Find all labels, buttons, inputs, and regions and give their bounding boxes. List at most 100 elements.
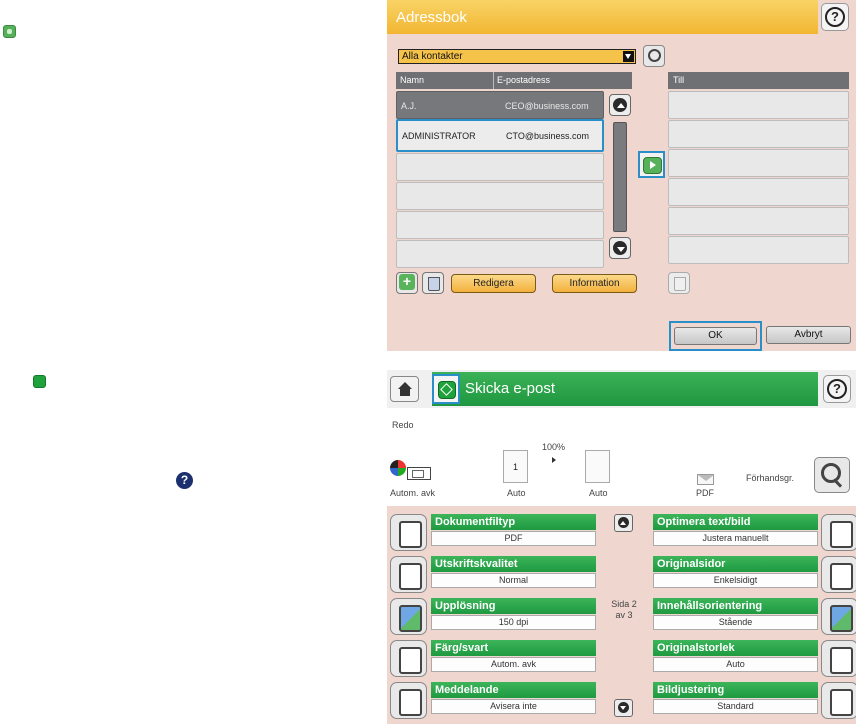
help-button[interactable] <box>821 3 849 31</box>
option-original-size[interactable]: Originalstorlek Auto <box>653 640 856 677</box>
status-text: Redo <box>392 420 414 430</box>
contact-row[interactable]: ADMINISTRATOR CTO@business.com <box>396 119 604 152</box>
recipient-row[interactable] <box>668 120 849 148</box>
preview-label: Förhandsgr. <box>746 473 795 483</box>
information-button[interactable]: Information <box>552 274 637 293</box>
option-label: Färg/svart <box>431 640 596 656</box>
scroll-up-button[interactable] <box>609 94 631 116</box>
option-optimize-text-image[interactable]: Optimera text/bild Justera manuellt <box>653 514 856 551</box>
home-button[interactable] <box>390 376 419 402</box>
option-color-black[interactable]: Färg/svart Autom. avk <box>390 640 597 677</box>
quality-icon <box>390 556 427 593</box>
contact-row-empty[interactable] <box>396 211 604 239</box>
recipient-row[interactable] <box>668 149 849 177</box>
send-email-panel: Skicka e-post Redo 100% Autom. avk 1 Aut… <box>387 370 856 724</box>
option-label: Dokumentfiltyp <box>431 514 596 530</box>
option-document-file-type[interactable]: Dokumentfiltyp PDF <box>390 514 597 551</box>
orientation-icon <box>821 598 856 635</box>
option-image-adjustment[interactable]: Bildjustering Standard <box>653 682 856 719</box>
contact-list-scrollbar[interactable] <box>609 91 631 259</box>
play-icon <box>552 457 556 463</box>
address-book-panel: Adressbok Alla kontakter Namn E-postadre… <box>387 0 856 351</box>
output-size-label: Auto <box>589 488 608 498</box>
arrow-icon <box>3 25 16 38</box>
contact-row-empty[interactable] <box>396 153 604 181</box>
option-value: Standard <box>653 699 818 714</box>
recipient-row[interactable] <box>668 178 849 206</box>
contact-name: A.J. <box>401 101 417 111</box>
chevron-up-icon <box>617 103 625 108</box>
scroll-down-button[interactable] <box>609 237 631 259</box>
cancel-button[interactable]: Avbryt <box>766 326 851 344</box>
option-label: Bildjustering <box>653 682 818 698</box>
option-value: Enkelsidigt <box>653 573 818 588</box>
ok-button[interactable]: OK <box>669 321 762 351</box>
delete-recipient-button[interactable] <box>668 272 690 294</box>
page-sides-icon <box>821 556 856 593</box>
chevron-down-icon[interactable] <box>623 51 634 62</box>
output-page-thumbnail <box>585 450 610 483</box>
address-book-title-bar: Adressbok <box>387 0 818 34</box>
option-resolution[interactable]: Upplösning 150 dpi <box>390 598 597 635</box>
option-content-orientation[interactable]: Innehållsorientering Stående <box>653 598 856 635</box>
color-mode-label: Autom. avk <box>390 488 436 498</box>
address-book-title: Adressbok <box>396 9 467 26</box>
option-print-quality[interactable]: Utskriftskvalitet Normal <box>390 556 597 593</box>
contact-name: ADMINISTRATOR <box>402 131 476 141</box>
page-down-button[interactable] <box>614 699 633 717</box>
add-contact-button[interactable] <box>396 272 418 294</box>
start-icon <box>33 375 46 388</box>
contact-email: CTO@business.com <box>506 131 589 141</box>
edit-button[interactable]: Redigera <box>451 274 536 293</box>
arrow-right-icon <box>650 161 656 169</box>
search-button[interactable] <box>643 45 665 67</box>
contact-row-empty[interactable] <box>396 240 604 268</box>
chevron-up-icon <box>620 521 626 525</box>
document-icon <box>390 514 427 551</box>
option-value: Stående <box>653 615 818 630</box>
page-indicator-current: Sida 2 <box>611 599 637 609</box>
scroll-track[interactable] <box>613 122 627 232</box>
contact-row-empty[interactable] <box>396 182 604 210</box>
image-adjust-icon <box>821 682 856 719</box>
contact-email: CEO@business.com <box>505 101 589 111</box>
contact-row[interactable]: A.J. CEO@business.com <box>396 91 604 119</box>
delete-contact-button[interactable] <box>422 272 444 294</box>
file-format-label: PDF <box>696 488 714 498</box>
option-value: Auto <box>653 657 818 672</box>
original-size-label: Auto <box>507 488 526 498</box>
to-list-header: Till <box>668 72 849 89</box>
help-icon: ? <box>176 472 193 489</box>
page-indicator-total: av 3 <box>615 610 633 620</box>
help-button[interactable] <box>823 375 851 403</box>
contact-filter-select[interactable]: Alla kontakter <box>398 49 636 64</box>
resolution-icon <box>390 598 427 635</box>
contact-filter-value: Alla kontakter <box>402 51 463 62</box>
preview-button[interactable] <box>814 457 850 493</box>
page-size-icon <box>821 640 856 677</box>
option-value: 150 dpi <box>431 615 596 630</box>
text-image-icon <box>821 514 856 551</box>
add-to-recipients-button[interactable] <box>638 151 665 178</box>
recipient-row[interactable] <box>668 236 849 264</box>
start-button[interactable] <box>432 374 460 404</box>
envelope-icon <box>697 474 714 485</box>
option-label: Innehållsorientering <box>653 598 818 614</box>
contact-list-header: Namn E-postadress <box>396 72 632 89</box>
page-up-button[interactable] <box>614 514 633 532</box>
chevron-down-icon <box>617 247 625 252</box>
column-header-name: Namn <box>400 75 425 85</box>
option-label: Originalsidor <box>653 556 818 572</box>
option-original-sides[interactable]: Originalsidor Enkelsidigt <box>653 556 856 593</box>
option-value: PDF <box>431 531 596 546</box>
option-label: Originalstorlek <box>653 640 818 656</box>
option-label: Utskriftskvalitet <box>431 556 596 572</box>
page-indicator: Sida 2 av 3 <box>603 599 645 621</box>
email-header: Skicka e-post <box>387 370 856 408</box>
recipient-row[interactable] <box>668 91 849 119</box>
column-header-email: E-postadress <box>497 75 551 85</box>
zoom-level: 100% <box>542 442 566 452</box>
option-value: Justera manuellt <box>653 531 818 546</box>
option-notification[interactable]: Meddelande Avisera inte <box>390 682 597 719</box>
recipient-row[interactable] <box>668 207 849 235</box>
